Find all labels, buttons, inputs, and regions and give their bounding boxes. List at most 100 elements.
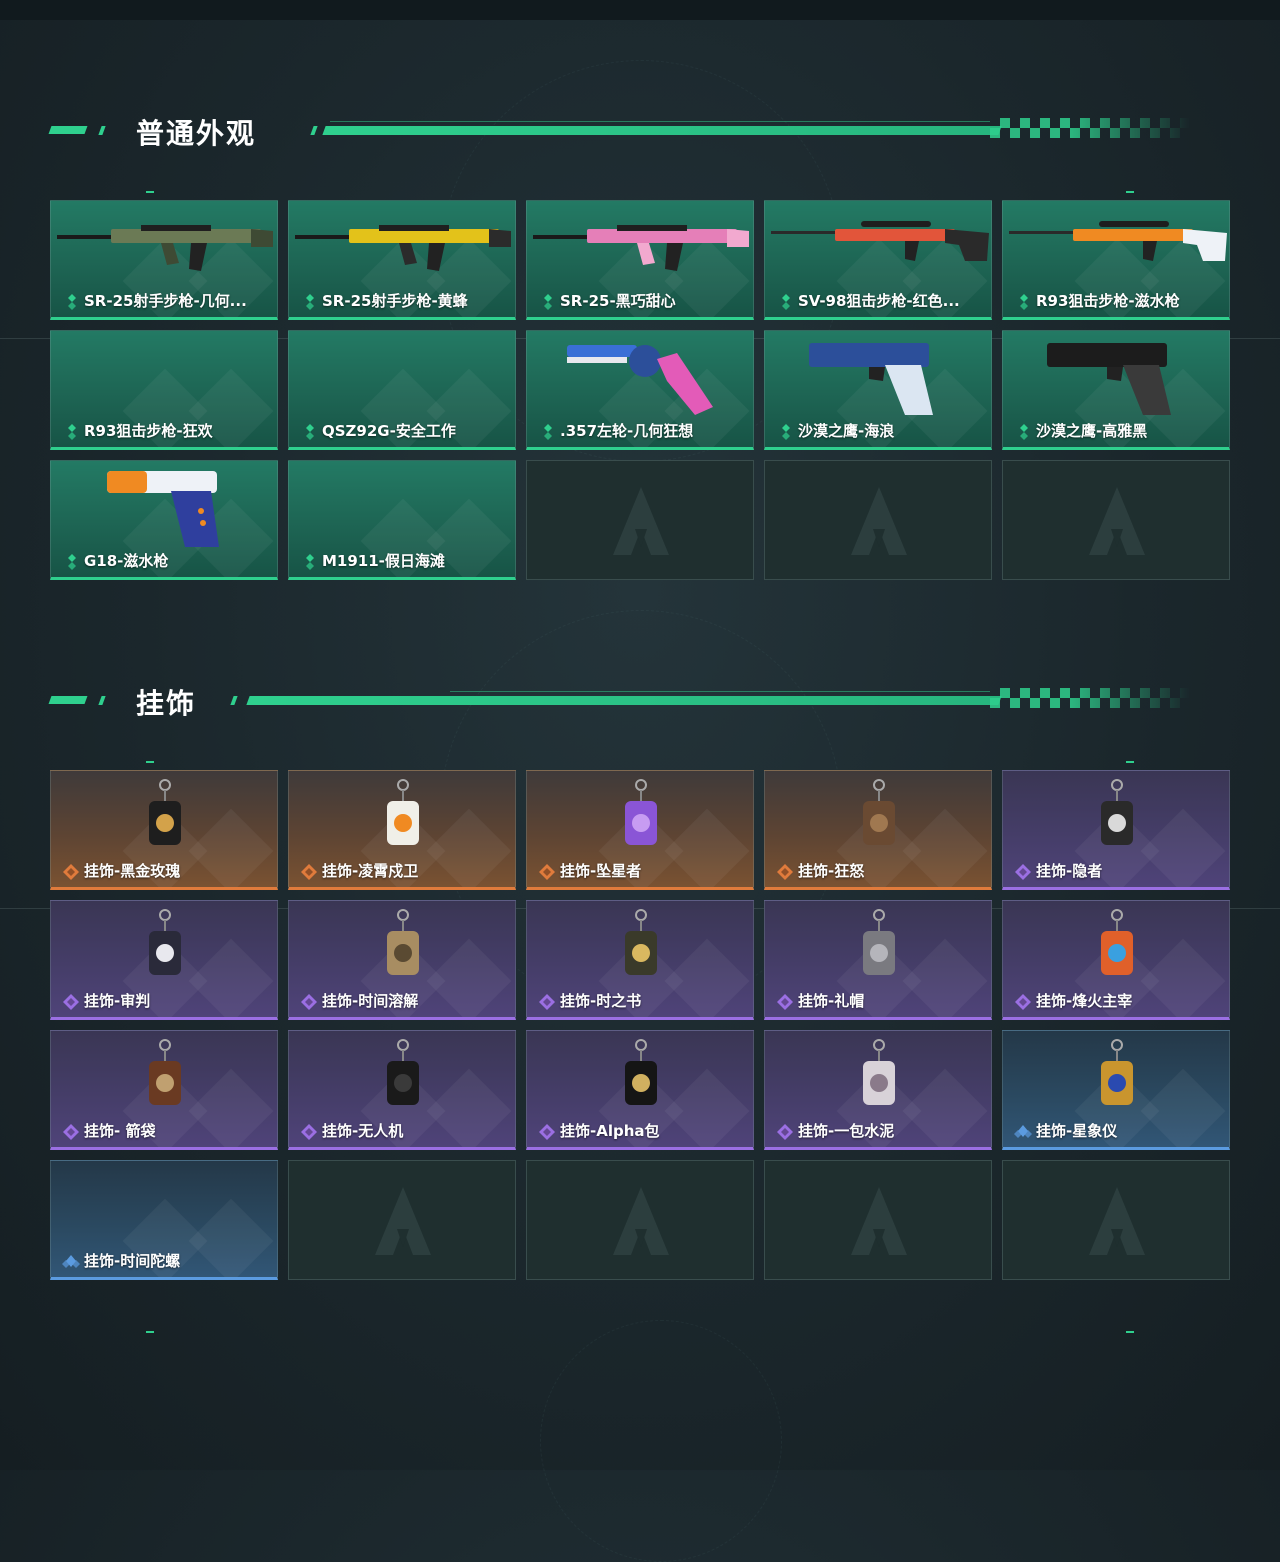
rarity-green-icon	[306, 294, 314, 310]
item-label: G18-滋水枪	[84, 552, 169, 570]
item-card[interactable]: 挂饰-Alpha包	[526, 1030, 754, 1150]
corner-marker	[146, 761, 154, 763]
item-label: 挂饰-时之书	[560, 992, 642, 1010]
item-card[interactable]: SV-98狙击步枪-红色...	[764, 200, 992, 320]
item-label: R93狙击步枪-狂欢	[84, 422, 213, 440]
empty-slot-logo-icon	[613, 1187, 669, 1255]
item-label: 挂饰- 箭袋	[84, 1122, 156, 1140]
header-checker-pattern	[990, 118, 1190, 138]
item-card[interactable]: 挂饰-时间陀螺	[50, 1160, 278, 1280]
section-title: 挂饰	[136, 687, 197, 720]
rarity-green-icon	[782, 294, 790, 310]
section-title: 普通外观	[136, 117, 257, 150]
empty-slot-logo-icon	[851, 1187, 907, 1255]
charm-quiver-icon	[149, 1039, 181, 1105]
item-card[interactable]: .357左轮-几何狂想	[526, 330, 754, 450]
item-label: .357左轮-几何狂想	[560, 422, 694, 440]
item-card[interactable]: SR-25射手步枪-几何...	[50, 200, 278, 320]
rarity-green-icon	[68, 554, 76, 570]
item-card[interactable]: 挂饰- 箭袋	[50, 1030, 278, 1150]
item-card[interactable]: 挂饰-时间溶解	[288, 900, 516, 1020]
item-label: 挂饰-黑金玫瑰	[84, 862, 181, 880]
item-card[interactable]: SR-25-黑巧甜心	[526, 200, 754, 320]
rarity-purple-icon	[1015, 994, 1031, 1010]
item-label: 挂饰-一包水泥	[798, 1122, 895, 1140]
top-bar	[0, 0, 1280, 20]
rarity-blue-icon	[62, 1255, 80, 1268]
item-label: 挂饰-时间溶解	[322, 992, 419, 1010]
empty-slot-logo-icon	[613, 487, 669, 555]
item-card[interactable]: G18-滋水枪	[50, 460, 278, 580]
item-card[interactable]: 沙漠之鹰-高雅黑	[1002, 330, 1230, 450]
charm-cement-bag-icon	[863, 1039, 895, 1105]
item-card[interactable]: R93狙击步枪-滋水枪	[1002, 200, 1230, 320]
section-header-skins: 普通外观	[0, 110, 1280, 150]
header-accent	[310, 126, 318, 135]
rarity-green-icon	[68, 294, 76, 310]
charm-hermit-icon	[1101, 779, 1133, 845]
charm-alpha-pack-icon	[625, 1039, 657, 1105]
item-card[interactable]: 挂饰-凌霄戍卫	[288, 770, 516, 890]
item-label: 挂饰-狂怒	[798, 862, 865, 880]
item-card[interactable]: 挂饰-隐者	[1002, 770, 1230, 890]
item-card[interactable]: 挂饰-黑金玫瑰	[50, 770, 278, 890]
item-label: 挂饰-星象仪	[1036, 1122, 1118, 1140]
header-checker-pattern	[990, 688, 1190, 708]
item-card[interactable]: R93狙击步枪-狂欢	[50, 330, 278, 450]
empty-slot	[288, 1160, 516, 1280]
charm-black-gold-rose-icon	[149, 779, 181, 845]
item-card[interactable]: 挂饰-坠星者	[526, 770, 754, 890]
item-card[interactable]: M1911-假日海滩	[288, 460, 516, 580]
sniper-red-icon	[771, 221, 989, 261]
rarity-purple-icon	[63, 994, 79, 1010]
empty-slot	[526, 1160, 754, 1280]
empty-slot-logo-icon	[1089, 1187, 1145, 1255]
header-thin-line	[450, 691, 990, 692]
rifle-camo-icon	[57, 225, 273, 271]
empty-slot	[764, 1160, 992, 1280]
rarity-orange-icon	[539, 864, 555, 880]
header-line	[246, 696, 1002, 705]
rarity-purple-icon	[777, 994, 793, 1010]
item-card[interactable]: 挂饰-烽火主宰	[1002, 900, 1230, 1020]
rarity-orange-icon	[301, 864, 317, 880]
rifle-wasp-icon	[295, 225, 511, 271]
item-label: 挂饰-凌霄戍卫	[322, 862, 419, 880]
item-label: QSZ92G-安全工作	[322, 422, 456, 440]
rarity-green-icon	[1020, 424, 1028, 440]
charm-book-of-time-icon	[625, 909, 657, 975]
rarity-orange-icon	[777, 864, 793, 880]
item-card[interactable]: 挂饰-审判	[50, 900, 278, 1020]
item-label: SR-25-黑巧甜心	[560, 292, 676, 310]
charm-guardian-icon	[387, 779, 419, 845]
item-label: 挂饰-隐者	[1036, 862, 1103, 880]
item-card[interactable]: 挂饰-星象仪	[1002, 1030, 1230, 1150]
background-ring	[540, 1320, 782, 1562]
header-accent	[48, 696, 88, 704]
header-thin-line	[330, 121, 990, 122]
rarity-blue-icon	[1014, 1125, 1032, 1138]
item-card[interactable]: 挂饰-一包水泥	[764, 1030, 992, 1150]
empty-slot-logo-icon	[1089, 487, 1145, 555]
item-card[interactable]: 挂饰-无人机	[288, 1030, 516, 1150]
skins-grid: SR-25射手步枪-几何... SR-25射手步枪-黄蜂 SR-25-黑巧甜心 SV-…	[50, 200, 1230, 580]
charm-fallen-star-icon	[625, 779, 657, 845]
item-card[interactable]: SR-25射手步枪-黄蜂	[288, 200, 516, 320]
rarity-purple-icon	[539, 1124, 555, 1140]
item-card[interactable]: 挂饰-狂怒	[764, 770, 992, 890]
item-card[interactable]: 沙漠之鹰-海浪	[764, 330, 992, 450]
header-accent	[98, 126, 106, 135]
item-card[interactable]: 挂饰-时之书	[526, 900, 754, 1020]
rarity-purple-icon	[301, 994, 317, 1010]
item-label: 挂饰-礼帽	[798, 992, 865, 1010]
item-label: 沙漠之鹰-高雅黑	[1036, 422, 1148, 440]
rarity-green-icon	[306, 424, 314, 440]
rifle-pink-icon	[533, 225, 749, 271]
header-accent	[98, 696, 106, 705]
charms-grid: 挂饰-黑金玫瑰 挂饰-凌霄戍卫 挂饰-坠星者挂饰-狂怒 挂饰-隐者挂饰-审判挂饰-时间…	[50, 770, 1230, 1280]
charm-beacon-lord-icon	[1101, 909, 1133, 975]
item-card[interactable]: QSZ92G-安全工作	[288, 330, 516, 450]
empty-slot-logo-icon	[375, 1187, 431, 1255]
item-card[interactable]: 挂饰-礼帽	[764, 900, 992, 1020]
empty-slot	[764, 460, 992, 580]
